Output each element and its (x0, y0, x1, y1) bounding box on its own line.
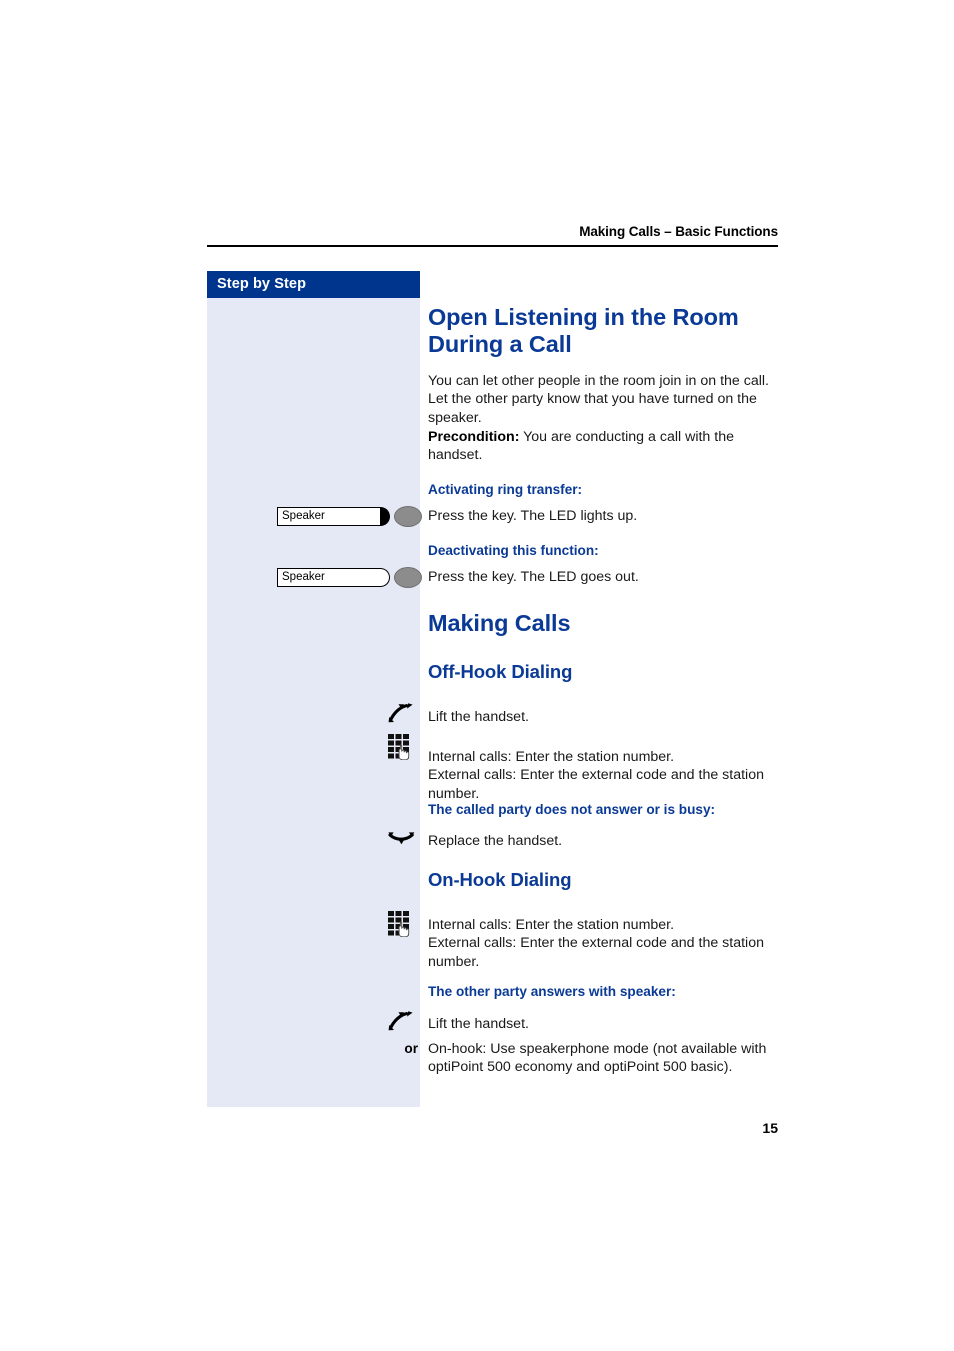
document-page: Making Calls – Basic Functions Step by S… (0, 0, 954, 1351)
off-hook-after-step-text: Replace the handset. (428, 833, 563, 849)
subsection-heading-on-hook-dialing: On-Hook Dialing (428, 869, 572, 890)
handset-lift-icon (388, 1011, 422, 1036)
speaker-key-deactivating[interactable]: Speaker (277, 566, 422, 590)
section-heading-open-listening: Open Listening in the Room During a Call (428, 304, 739, 357)
speaker-key-led-on-icon (380, 507, 390, 526)
keypad-icon (388, 734, 422, 765)
minor-heading-other-party-answers: The other party answers with speaker: (428, 984, 676, 999)
on-hook-after-step-1-text: Lift the handset. (428, 1016, 529, 1032)
open-listening-intro: You can let other people in the room joi… (428, 373, 769, 426)
minor-heading-activating-ring-transfer: Activating ring transfer: (428, 482, 583, 497)
speaker-key-button-icon[interactable] (394, 506, 422, 527)
on-hook-step-1-text: Internal calls: Enter the station number… (428, 917, 764, 970)
header-rule (207, 245, 778, 247)
page-number: 15 (762, 1120, 778, 1136)
on-hook-after-step-2-text: On-hook: Use speakerphone mode (not avai… (428, 1041, 767, 1076)
sidebar-title-label: Step by Step (217, 276, 307, 292)
speaker-key-box[interactable]: Speaker (277, 568, 381, 587)
off-hook-step-2-text: Internal calls: Enter the station number… (428, 749, 764, 802)
keypad-icon (388, 911, 422, 942)
or-connector-label: or (404, 1041, 418, 1056)
running-header: Making Calls – Basic Functions (579, 224, 778, 239)
precondition-label: Precondition: (428, 429, 520, 445)
speaker-key-label: Speaker (282, 510, 325, 522)
handset-lift-icon (388, 703, 422, 728)
activating-step-text: Press the key. The LED lights up. (428, 508, 638, 524)
off-hook-step-1-text: Lift the handset. (428, 709, 529, 725)
subsection-heading-off-hook-dialing: Off-Hook Dialing (428, 661, 573, 682)
step-by-step-sidebar: Step by Step (207, 271, 420, 1107)
open-listening-precondition: Precondition: You are conducting a call … (428, 428, 780, 465)
speaker-key-box[interactable]: Speaker (277, 507, 381, 526)
minor-heading-deactivating-function: Deactivating this function: (428, 543, 599, 558)
handset-replace-icon (388, 832, 422, 853)
section-heading-making-calls: Making Calls (428, 610, 571, 636)
deactivating-step-text: Press the key. The LED goes out. (428, 569, 639, 585)
speaker-key-label: Speaker (282, 571, 325, 583)
minor-heading-called-party-no-answer: The called party does not answer or is b… (428, 802, 716, 817)
speaker-key-led-off-icon (380, 568, 390, 587)
sidebar-title-bar: Step by Step (207, 271, 420, 298)
speaker-key-button-icon[interactable] (394, 567, 422, 588)
speaker-key-activating[interactable]: Speaker (277, 505, 422, 529)
